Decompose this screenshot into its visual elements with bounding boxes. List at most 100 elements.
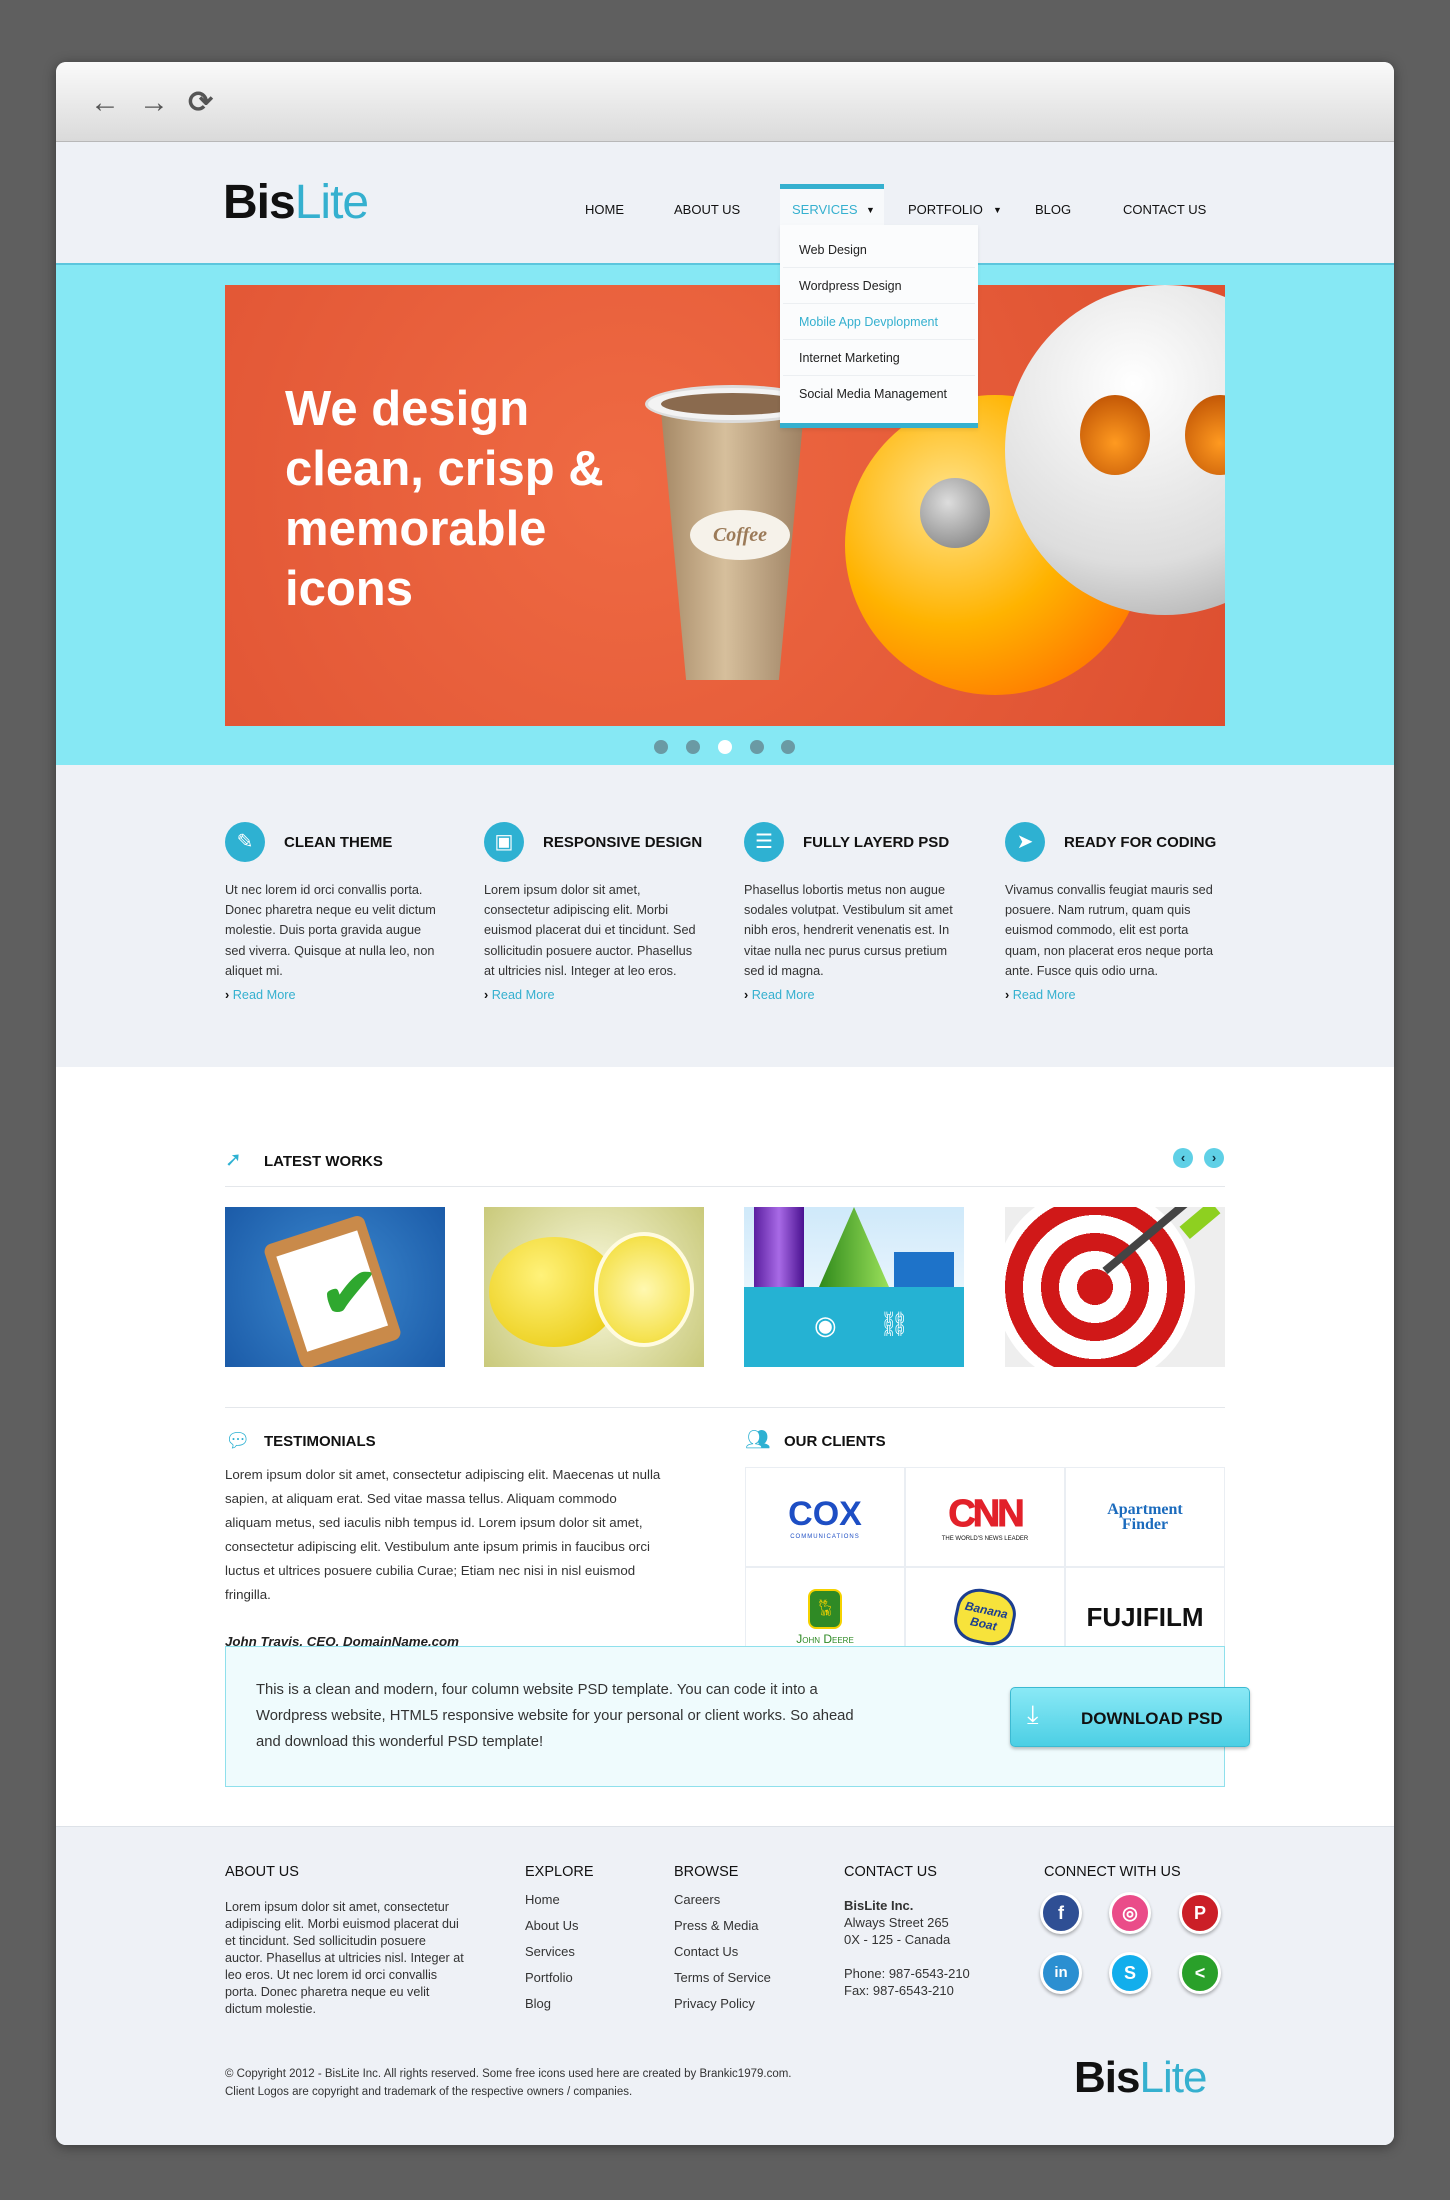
city: 0X - 125 - Canada — [844, 1932, 951, 1947]
users-icon: 👥︎ — [745, 1429, 771, 1451]
feature-title: FULLY LAYERD PSD — [803, 834, 950, 851]
prev-arrow-button[interactable]: ‹ — [1173, 1148, 1193, 1168]
hero-headline: We design clean, crisp & memorable icons — [285, 382, 604, 616]
download-icon: ⤓ — [1027, 1699, 1039, 1729]
client-logo-cox[interactable]: COX COMMUNICATIONS — [745, 1467, 905, 1567]
divider — [225, 1407, 1225, 1408]
footer-link[interactable]: Privacy Policy — [674, 1991, 771, 2017]
nav-home[interactable]: HOME — [585, 202, 624, 217]
footer-link[interactable]: Careers — [674, 1887, 771, 1913]
client-logo-apartment-finder[interactable]: Apartment Finder — [1065, 1467, 1225, 1567]
footer-contact-info: BisLite Inc. Always Street 265 0X - 125 … — [844, 1897, 970, 1999]
dropdown-item[interactable]: Web Design — [783, 232, 975, 268]
work-thumb-shapes-hover[interactable]: ◉ ⛓ — [744, 1207, 964, 1367]
slider-dot-1[interactable] — [654, 740, 668, 754]
footer-link[interactable]: Contact Us — [674, 1939, 771, 1965]
footer-connect-title: CONNECT WITH US — [1044, 1864, 1181, 1880]
hero-slide: We design clean, crisp & memorable icons… — [225, 285, 1225, 726]
footer-link[interactable]: Services — [525, 1939, 578, 1965]
logo-light: Lite — [1139, 2053, 1207, 2102]
feature-text: Phasellus lobortis metus non augue sodal… — [744, 883, 953, 978]
services-dropdown: Web Design Wordpress Design Mobile App D… — [780, 225, 978, 428]
pinterest-icon[interactable]: P — [1179, 1892, 1221, 1934]
read-more-link[interactable]: Read More — [744, 988, 815, 1002]
screen-icon: ▣ — [484, 822, 524, 862]
feature-title: CLEAN THEME — [284, 834, 393, 851]
layers-icon: ☰ — [744, 822, 784, 862]
dropdown-item[interactable]: Social Media Management — [783, 376, 975, 412]
footer-link[interactable]: About Us — [525, 1913, 578, 1939]
browser-toolbar: ← → ⟳ — [56, 62, 1394, 142]
dribbble-icon[interactable]: ◎ — [1109, 1892, 1151, 1934]
bubble-dot — [920, 478, 990, 548]
copyright: © Copyright 2012 - BisLite Inc. All righ… — [225, 2065, 792, 2101]
dropdown-item[interactable]: Internet Marketing — [783, 340, 975, 376]
speech-bubble-icon: 💬︎ — [225, 1430, 251, 1452]
footer-link[interactable]: Portfolio — [525, 1965, 578, 1991]
footer-link[interactable]: Home — [525, 1887, 578, 1913]
slider-dot-4[interactable] — [750, 740, 764, 754]
features-section: ✎ CLEAN THEME Ut nec lorem id orci conva… — [56, 765, 1394, 1067]
copyright-line-1: © Copyright 2012 - BisLite Inc. All righ… — [225, 2068, 792, 2080]
testimonial-text: Lorem ipsum dolor sit amet, consectetur … — [225, 1467, 661, 1602]
nav-contact-us[interactable]: CONTACT US — [1123, 202, 1206, 217]
dropdown-item[interactable]: Mobile App Devplopment — [783, 304, 975, 340]
read-more-link[interactable]: Read More — [225, 988, 296, 1002]
feature-text: Ut nec lorem id orci convallis porta. Do… — [225, 883, 436, 978]
slider-dot-3-active[interactable] — [718, 740, 732, 754]
slider-dot-5[interactable] — [781, 740, 795, 754]
footer-browse-title: BROWSE — [674, 1864, 739, 1880]
logo-bold: Bis — [223, 176, 296, 229]
coffee-cup-illustration: Coffee — [645, 385, 820, 685]
footer-logo[interactable]: BisLite — [1074, 2053, 1207, 2103]
next-arrow-button[interactable]: › — [1204, 1148, 1224, 1168]
chevron-down-icon: ▼ — [993, 205, 1002, 215]
copyright-line-2: Client Logos are copyright and trademark… — [225, 2086, 633, 2098]
nav-blog[interactable]: BLOG — [1035, 202, 1071, 217]
dropdown-item[interactable]: Wordpress Design — [783, 268, 975, 304]
clients-grid: COX COMMUNICATIONS CNN THE WORLD'S NEWS LE… — [745, 1467, 1225, 1667]
facebook-icon[interactable]: f — [1040, 1892, 1082, 1934]
forward-icon[interactable]: → — [139, 88, 169, 118]
site-logo[interactable]: BisLite — [223, 175, 369, 230]
download-psd-button[interactable]: ⤓ DOWNLOAD PSD — [1010, 1687, 1250, 1747]
read-more-link[interactable]: Read More — [484, 988, 555, 1002]
footer-explore-links: Home About Us Services Portfolio Blog — [525, 1887, 578, 2017]
cta-text: This is a clean and modern, four column … — [256, 1682, 854, 1750]
share-icon[interactable]: < — [1179, 1952, 1221, 1994]
clients-title: OUR CLIENTS — [784, 1433, 886, 1450]
pencil-icon: ✎ — [225, 822, 265, 862]
back-icon[interactable]: ← — [90, 88, 120, 118]
feature-text: Lorem ipsum dolor sit amet, consectetur … — [484, 883, 696, 978]
phone: Phone: 987-6543-210 — [844, 1966, 970, 1981]
nav-about-us[interactable]: ABOUT US — [674, 202, 740, 217]
linkedin-icon[interactable]: in — [1040, 1952, 1082, 1994]
work-thumb-lemon[interactable] — [484, 1207, 704, 1367]
link-icon[interactable]: ⛓ — [879, 1310, 909, 1339]
footer-link[interactable]: Blog — [525, 1991, 578, 2017]
feature-text: Vivamus convallis feugiat mauris sed pos… — [1005, 883, 1214, 978]
reload-icon[interactable]: ⟳ — [188, 88, 213, 118]
latest-works-title: LATEST WORKS — [264, 1153, 383, 1170]
work-thumb-clipboard[interactable]: ✔ — [225, 1207, 445, 1367]
skype-icon[interactable]: S — [1109, 1952, 1151, 1994]
fax: Fax: 987-6543-210 — [844, 1983, 954, 1998]
hero-band: We design clean, crisp & memorable icons… — [56, 265, 1394, 765]
footer-link[interactable]: Terms of Service — [674, 1965, 771, 1991]
chevron-down-icon: ▼ — [866, 205, 875, 215]
company-name: BisLite Inc. — [844, 1898, 914, 1913]
nav-portfolio[interactable]: PORTFOLIO — [908, 202, 983, 217]
nav-services[interactable]: SERVICES — [792, 202, 858, 217]
footer-contact-title: CONTACT US — [844, 1864, 937, 1880]
client-logo-cnn[interactable]: CNN THE WORLD'S NEWS LEADER — [905, 1467, 1065, 1567]
testimonials-title: TESTIMONIALS — [264, 1433, 376, 1450]
slider-dot-2[interactable] — [686, 740, 700, 754]
download-label: DOWNLOAD PSD — [1081, 1709, 1223, 1728]
work-thumb-target[interactable] — [1005, 1207, 1225, 1367]
footer-link[interactable]: Press & Media — [674, 1913, 771, 1939]
read-more-link[interactable]: Read More — [1005, 988, 1076, 1002]
eye-icon[interactable]: ◉ — [814, 1310, 837, 1341]
divider — [225, 1186, 1225, 1187]
cta-box: This is a clean and modern, four column … — [225, 1646, 1250, 1787]
logo-light: Lite — [294, 176, 369, 229]
